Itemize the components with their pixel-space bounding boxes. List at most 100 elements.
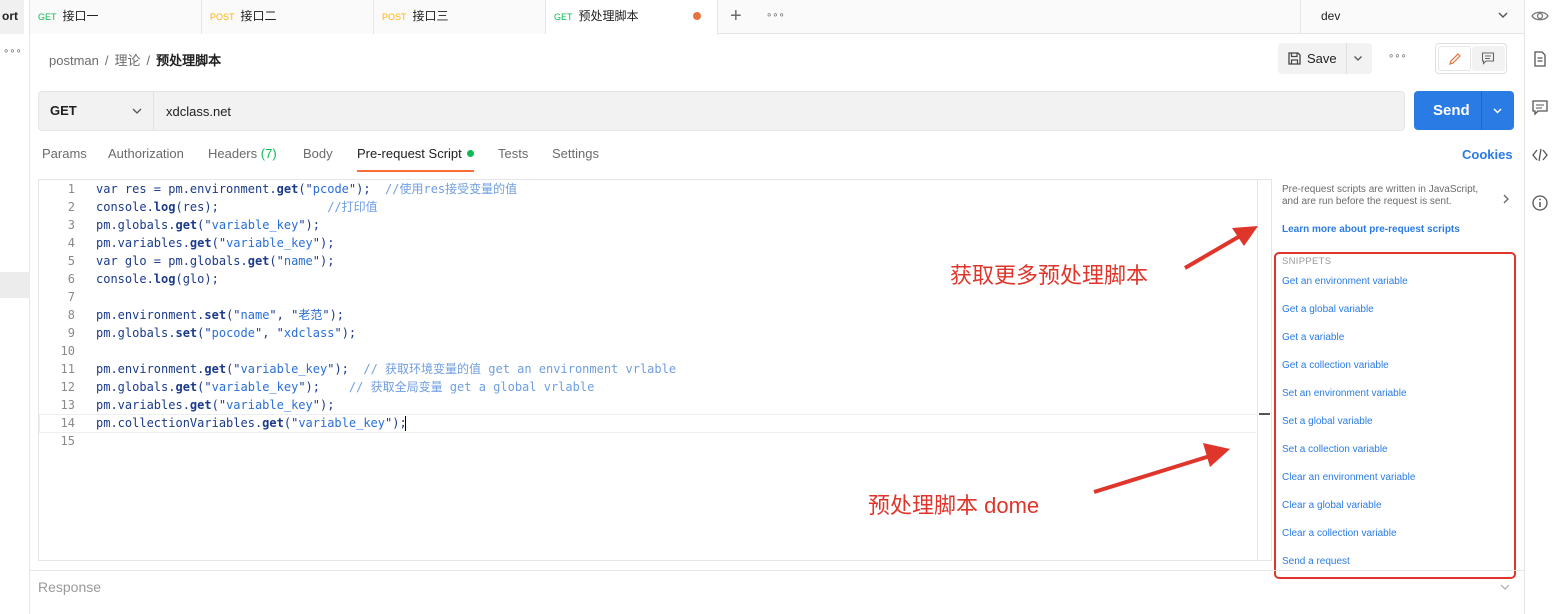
send-options-chevron-icon[interactable] <box>1491 104 1504 117</box>
response-chevron-icon[interactable] <box>1500 582 1510 592</box>
response-header[interactable]: Response <box>38 579 101 595</box>
tab-body[interactable]: Body <box>303 146 333 161</box>
code-line: pm.environment.set("name", "老范"); <box>96 308 345 322</box>
text-cursor <box>405 416 406 431</box>
method-select[interactable]: GET <box>39 92 154 130</box>
breadcrumb-item[interactable]: 理论 <box>115 53 141 68</box>
tab-label: Body <box>303 146 333 161</box>
tab-label: 接口一 <box>62 9 99 23</box>
line-number: 15 <box>60 434 75 448</box>
line-number: 1 <box>67 182 75 196</box>
code-line: pm.collectionVariables.get("variable_key… <box>96 416 407 430</box>
right-context-bar <box>1524 0 1554 614</box>
tab-label: Authorization <box>108 146 184 161</box>
breadcrumb-separator: / <box>146 53 151 68</box>
comment-icon <box>1481 52 1495 65</box>
tab-label: Tests <box>498 146 529 161</box>
pencil-icon <box>1449 53 1461 65</box>
line-number: 4 <box>67 236 75 250</box>
code-line: pm.globals.get("variable_key"); <box>96 218 321 232</box>
import-button-partial[interactable]: ort <box>0 0 24 34</box>
pre-request-description: Pre-request scripts are written in JavaS… <box>1282 184 1479 207</box>
left-sidebar-strip: ort ∘∘∘ <box>0 0 30 614</box>
line-number: 12 <box>60 380 75 394</box>
tab-more-icon[interactable]: ∘∘∘ <box>766 10 785 21</box>
breadcrumb-separator: / <box>104 53 109 68</box>
tab-tests[interactable]: Tests <box>498 146 528 161</box>
url-input[interactable]: xdclass.net <box>166 104 231 119</box>
code-line: pm.environment.get("variable_key"); // 获… <box>96 362 677 376</box>
save-disk-icon <box>1288 52 1301 65</box>
script-present-dot-icon <box>466 150 474 157</box>
sidebar-selected-item[interactable] <box>0 272 30 298</box>
tab-headers[interactable]: Headers (7) <box>208 146 277 161</box>
request-tab-bar: GET 接口一 POST 接口二 POST 接口三 GET 预处理脚本 + ∘∘∘ de… <box>30 0 1524 35</box>
code-line: pm.variables.get("variable_key"); <box>96 398 335 412</box>
line-number: 2 <box>67 200 75 214</box>
send-button[interactable]: Send <box>1414 91 1514 130</box>
save-label: Save <box>1307 51 1337 66</box>
tab-method: GET <box>38 12 57 22</box>
line-number: 13 <box>60 398 75 412</box>
sidebar-more-icon[interactable]: ∘∘∘ <box>3 46 22 57</box>
eye-icon[interactable] <box>1531 7 1549 25</box>
editor-scrollbar[interactable] <box>1258 179 1272 561</box>
edit-mode-button[interactable] <box>1438 46 1471 71</box>
breadcrumb: postman / 理论 / 预处理脚本 <box>49 50 221 69</box>
tab-interface-2[interactable]: POST 接口二 <box>202 0 374 34</box>
chevron-down-icon <box>132 108 142 114</box>
line-number: 7 <box>67 290 75 304</box>
tab-authorization[interactable]: Authorization <box>108 146 184 161</box>
learn-more-link[interactable]: Learn more about pre-request scripts <box>1282 224 1460 235</box>
tab-params[interactable]: Params <box>42 146 87 161</box>
comments-icon[interactable] <box>1531 98 1549 116</box>
code-line: pm.globals.set("pocode", "xdclass"); <box>96 326 357 340</box>
send-divider <box>1481 91 1482 130</box>
tab-interface-3[interactable]: POST 接口三 <box>374 0 546 34</box>
tab-label: Pre-request Script <box>357 146 462 161</box>
scroll-position-marker <box>1259 413 1270 415</box>
tab-label: Params <box>42 146 87 161</box>
annotation-script-demo: 预处理脚本 dome <box>868 493 1040 518</box>
line-number: 5 <box>67 254 75 268</box>
save-button[interactable]: Save <box>1278 43 1372 74</box>
code-line: console.log(glo); <box>96 272 219 286</box>
line-number: 6 <box>67 272 75 286</box>
collapse-sidebar-chevron-icon[interactable] <box>1500 193 1512 205</box>
save-divider <box>1346 43 1347 74</box>
tab-pre-request-script[interactable]: GET 预处理脚本 <box>546 0 718 35</box>
tab-interface-1[interactable]: GET 接口一 <box>30 0 202 34</box>
cookies-link[interactable]: Cookies <box>1462 147 1513 162</box>
code-line: var res = pm.environment.get("pcode"); /… <box>96 182 518 196</box>
tab-label: 接口二 <box>240 9 277 23</box>
code-line: pm.variables.get("variable_key"); <box>96 236 335 250</box>
request-more-icon[interactable]: ∘∘∘ <box>1388 51 1407 62</box>
chevron-down-icon <box>1498 12 1508 18</box>
method-value: GET <box>50 103 77 118</box>
tab-label: Settings <box>552 146 599 161</box>
tab-label: 预处理脚本 <box>578 9 639 23</box>
environment-value: dev <box>1321 9 1341 23</box>
page-title[interactable]: 预处理脚本 <box>156 53 221 68</box>
line-number: 3 <box>67 218 75 232</box>
code-line: pm.globals.get("variable_key"); // 获取全局变… <box>96 380 595 394</box>
line-number: 8 <box>67 308 75 322</box>
tab-settings[interactable]: Settings <box>552 146 599 161</box>
script-editor[interactable]: 1 2 3 4 5 6 7 8 9 10 11 12 13 14 15 var … <box>38 179 1272 561</box>
headers-count: (7) <box>260 146 277 161</box>
code-icon[interactable] <box>1531 146 1549 164</box>
snippets-highlight-box <box>1274 252 1516 579</box>
tab-label: Headers <box>208 146 258 161</box>
tab-method: POST <box>210 12 235 22</box>
line-number: 11 <box>60 362 75 376</box>
new-tab-plus-icon[interactable]: + <box>730 4 742 28</box>
url-bar: GET xdclass.net <box>38 91 1405 131</box>
comment-mode-button[interactable] <box>1472 46 1505 71</box>
breadcrumb-item[interactable]: postman <box>49 53 99 68</box>
documentation-icon[interactable] <box>1531 50 1549 68</box>
environment-select[interactable]: dev <box>1300 0 1524 34</box>
save-options-chevron-icon[interactable] <box>1352 52 1364 64</box>
tab-pre-request-script-active[interactable]: Pre-request Script <box>357 146 474 172</box>
code-line: var glo = pm.globals.get("name"); <box>96 254 335 268</box>
info-icon[interactable] <box>1531 194 1549 212</box>
